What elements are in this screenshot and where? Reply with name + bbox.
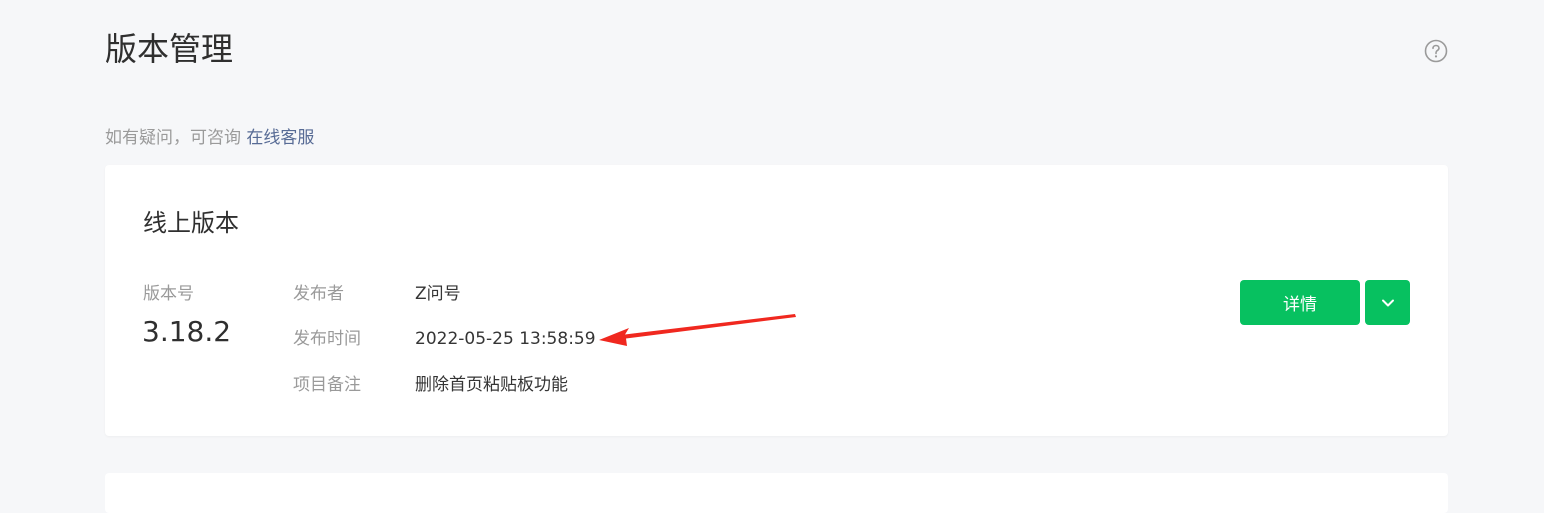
publisher-label: 发布者 [293,284,344,304]
project-note-label: 项目备注 [293,375,361,395]
publisher-value: Z问号 [415,284,461,304]
card-title: 线上版本 [143,209,239,237]
publish-time-label: 发布时间 [293,329,361,349]
chevron-down-icon [1381,299,1394,306]
next-card [105,473,1448,513]
detail-button[interactable]: 详情 [1240,280,1360,325]
project-note-value: 删除首页粘贴板功能 [415,375,568,395]
notice-text: 如有疑问，可咨询 在线客服 [105,126,314,150]
page-title: 版本管理 [105,30,234,68]
publish-time-value: 2022-05-25 13:58:59 [415,329,596,349]
online-support-link[interactable]: 在线客服 [246,128,314,148]
notice-prefix: 如有疑问，可咨询 [105,128,247,148]
version-number-label: 版本号 [143,284,194,304]
version-number: 3.18.2 [142,315,232,348]
help-icon[interactable] [1424,39,1448,63]
more-actions-button[interactable] [1365,280,1410,325]
online-version-card: 线上版本 版本号 3.18.2 发布者 Z问号 发布时间 2022-05-25 … [105,165,1448,436]
